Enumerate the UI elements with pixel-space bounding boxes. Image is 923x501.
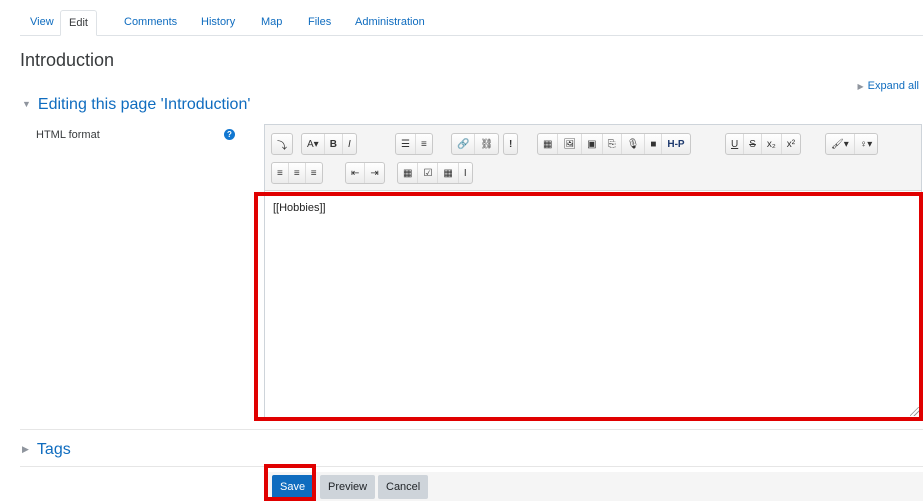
collapse-caret-icon: ▼ [22, 99, 31, 109]
help-icon[interactable]: ? [224, 129, 235, 140]
tags-label: Tags [36, 441, 71, 458]
align-center-icon[interactable]: ≡ [287, 163, 305, 183]
toolbar-group-format: U S x₂ x² [725, 133, 802, 155]
emoji-icon[interactable]: ▦ [538, 134, 557, 154]
show-more-buttons-icon[interactable]: ⤵ [272, 134, 292, 154]
editor-toolbar: ⤵ A▾ B I ☰ ≡ 🔗 ⛓ ! ▦ 🖼 ▣ ⎘ 🎙 ■ H-P U S x… [265, 125, 921, 191]
strikethrough-icon[interactable]: S [743, 134, 761, 154]
tab-comments[interactable]: Comments [116, 10, 185, 36]
manage-files-icon[interactable]: ⎘ [601, 134, 621, 154]
special-chars-icon[interactable]: ☑ [417, 163, 437, 183]
tab-map[interactable]: Map [253, 10, 290, 36]
equation-icon[interactable]: ▦ [398, 163, 417, 183]
table-icon[interactable]: ▦ [437, 163, 457, 183]
tab-edit[interactable]: Edit [60, 10, 97, 36]
toolbar-group-indent: ⇤ ⇥ [345, 162, 385, 184]
page-title: Introduction [20, 50, 115, 70]
editing-section-header[interactable]: ▼ Editing this page 'Introduction' [22, 96, 250, 114]
ordered-list-icon[interactable]: ≡ [414, 134, 432, 154]
clear-formatting-icon[interactable]: I [457, 163, 472, 183]
html-format-label: HTML format [36, 129, 100, 141]
divider [20, 466, 923, 467]
outdent-icon[interactable]: ⇤ [346, 163, 364, 183]
tab-view[interactable]: View [22, 10, 62, 36]
toolbar-group-media: ▦ 🖼 ▣ ⎘ 🎙 ■ H-P [537, 133, 691, 155]
align-left-icon[interactable]: ≡ [272, 163, 288, 183]
bold-icon[interactable]: B [323, 134, 342, 154]
divider [20, 429, 923, 430]
section-title: Editing this page 'Introduction' [37, 96, 251, 113]
media-icon[interactable]: ▣ [581, 134, 601, 154]
autolink-icon[interactable]: ! [504, 134, 517, 154]
cancel-button[interactable]: Cancel [378, 475, 429, 499]
subscript-icon[interactable]: x₂ [760, 134, 781, 154]
expand-all-link[interactable]: ▶ Expand all [857, 80, 919, 92]
paragraph-styles-icon[interactable]: A▾ [302, 134, 324, 154]
expand-triangle-icon: ▶ [857, 82, 864, 91]
toolbar-group-lists: ☰ ≡ [395, 133, 433, 155]
save-button[interactable]: Save [272, 475, 314, 499]
expand-caret-icon: ▶ [22, 444, 29, 454]
font-color-icon[interactable]: 🖌▾ [826, 134, 854, 154]
italic-icon[interactable]: I [341, 134, 356, 154]
underline-icon[interactable]: U [726, 134, 743, 154]
indent-icon[interactable]: ⇥ [364, 163, 383, 183]
unlink-icon[interactable]: ⛓ [474, 134, 498, 154]
page-tabs: View Edit Comments History Map Files Adm… [20, 10, 923, 36]
resize-handle-icon[interactable] [910, 407, 919, 416]
toolbar-group-color: 🖌▾ ♀▾ [825, 133, 879, 155]
record-video-icon[interactable]: ■ [644, 134, 661, 154]
align-right-icon[interactable]: ≡ [304, 163, 322, 183]
toolbar-group-collapse: ⤵ [271, 133, 293, 155]
tab-administration[interactable]: Administration [347, 10, 433, 36]
accessibility-icon[interactable]: ♀▾ [853, 134, 878, 154]
expand-all-label: Expand all [867, 80, 919, 92]
toolbar-group-align: ≡ ≡ ≡ [271, 162, 323, 184]
unordered-list-icon[interactable]: ☰ [396, 134, 415, 154]
image-icon[interactable]: 🖼 [557, 134, 581, 154]
link-icon[interactable]: 🔗 [452, 134, 474, 154]
record-audio-icon[interactable]: 🎙 [620, 134, 645, 154]
tags-section-header[interactable]: ▶ Tags [22, 441, 71, 459]
toolbar-group-autolink: ! [503, 133, 519, 155]
tab-files[interactable]: Files [300, 10, 339, 36]
h5p-icon[interactable]: H-P [661, 134, 689, 154]
tab-history[interactable]: History [193, 10, 243, 36]
toolbar-group-insert: ▦ ☑ ▦ I [397, 162, 473, 184]
preview-button[interactable]: Preview [320, 475, 376, 499]
html-editor: ⤵ A▾ B I ☰ ≡ 🔗 ⛓ ! ▦ 🖼 ▣ ⎘ 🎙 ■ H-P U S x… [264, 124, 922, 419]
editor-content-area[interactable]: [[Hobbies]] [265, 192, 921, 418]
toolbar-group-style: A▾ B I [301, 133, 357, 155]
toolbar-group-links: 🔗 ⛓ [451, 133, 500, 155]
superscript-icon[interactable]: x² [780, 134, 800, 154]
